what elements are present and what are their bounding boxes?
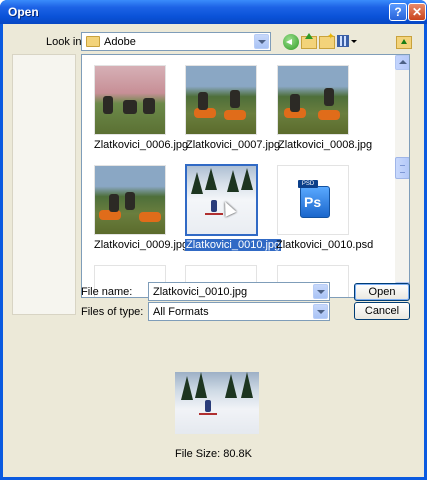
file-thumbnail-selected[interactable] [185,164,258,236]
lookin-dropdown[interactable]: Adobe [81,32,271,51]
tree-shape [191,172,203,194]
file-name[interactable]: Zlatkovici_0007.jpg [186,139,280,151]
filename-label: File name: [81,286,133,298]
filename-value[interactable]: Zlatkovici_0010.jpg [153,286,247,298]
lookin-label: Look in: [46,36,85,48]
scroll-up-icon[interactable] [395,55,409,70]
rider-figure [123,100,137,114]
file-thumbnail[interactable] [185,65,257,135]
skier-figure [205,200,223,215]
chevron-down-icon[interactable] [313,284,328,299]
tree-shape [241,372,253,398]
image-preview [175,372,259,434]
filetype-label: Files of type: [81,306,144,318]
tree-shape [227,170,239,192]
rider-figure [198,92,208,110]
title-bar[interactable]: Open ? ✕ [0,0,427,24]
bike-figure [224,110,246,120]
rider-figure [125,192,135,210]
rider-figure [109,194,119,212]
close-button[interactable]: ✕ [408,3,426,21]
rider-figure [290,94,300,112]
rider-figure [324,88,334,106]
chevron-down-icon[interactable] [254,34,269,49]
skier-figure [199,400,217,415]
scroll-thumb[interactable] [395,157,409,179]
psd-logo: Ps [304,194,322,210]
help-button[interactable]: ? [389,3,407,21]
bike-figure [139,212,161,222]
up-folder-icon[interactable] [301,33,317,49]
rider-figure [143,98,155,114]
back-icon[interactable] [283,34,299,50]
filename-field[interactable]: Zlatkovici_0010.jpg [148,282,330,301]
file-thumbnail[interactable]: PSD Ps [277,165,349,235]
dialog-body: Look in: Adobe Zlatkovici_0006.jpg [3,24,424,477]
psd-tag: PSD [298,180,318,188]
photoshop-file-icon: PSD Ps [298,180,330,218]
window-title: Open [8,5,39,19]
chevron-down-icon [351,40,357,43]
rider-figure [230,90,240,108]
folder-icon [86,36,100,47]
tree-shape [195,372,207,398]
vertical-scrollbar[interactable] [395,55,409,297]
filetype-dropdown[interactable]: All Formats [148,302,330,321]
bike-figure [318,110,340,120]
open-button[interactable]: Open [354,283,410,301]
lookin-value: Adobe [104,36,136,48]
tree-shape [241,168,253,190]
rider-figure [103,96,113,114]
new-folder-icon[interactable] [319,31,335,49]
views-grid-icon [337,35,349,47]
tree-shape [181,376,193,400]
chevron-down-icon[interactable] [313,304,328,319]
file-name[interactable]: Zlatkovici_0006.jpg [94,139,188,151]
file-size-label: File Size: 80.8K [174,448,253,460]
file-thumbnail[interactable] [94,165,166,235]
open-dialog: Open ? ✕ Look in: Adobe Zlatkov [0,0,427,480]
file-name-selected[interactable]: Zlatkovici_0010.jpg [185,239,282,251]
folder-up-icon[interactable] [396,36,412,49]
file-name[interactable]: Zlatkovici_0010.psd [276,239,373,251]
filetype-value: All Formats [153,306,209,318]
cancel-button[interactable]: Cancel [354,302,410,320]
file-name[interactable]: Zlatkovici_0009.jpg [94,239,188,251]
tree-shape [205,168,217,190]
tree-shape [225,374,237,398]
file-name[interactable]: Zlatkovici_0008.jpg [278,139,372,151]
file-thumbnail[interactable] [277,65,349,135]
file-list[interactable]: Zlatkovici_0006.jpg Zlatkovici_0007.jpg … [81,54,410,298]
places-bar [12,54,76,315]
views-menu-icon[interactable] [337,35,357,49]
file-thumbnail[interactable] [94,65,166,135]
